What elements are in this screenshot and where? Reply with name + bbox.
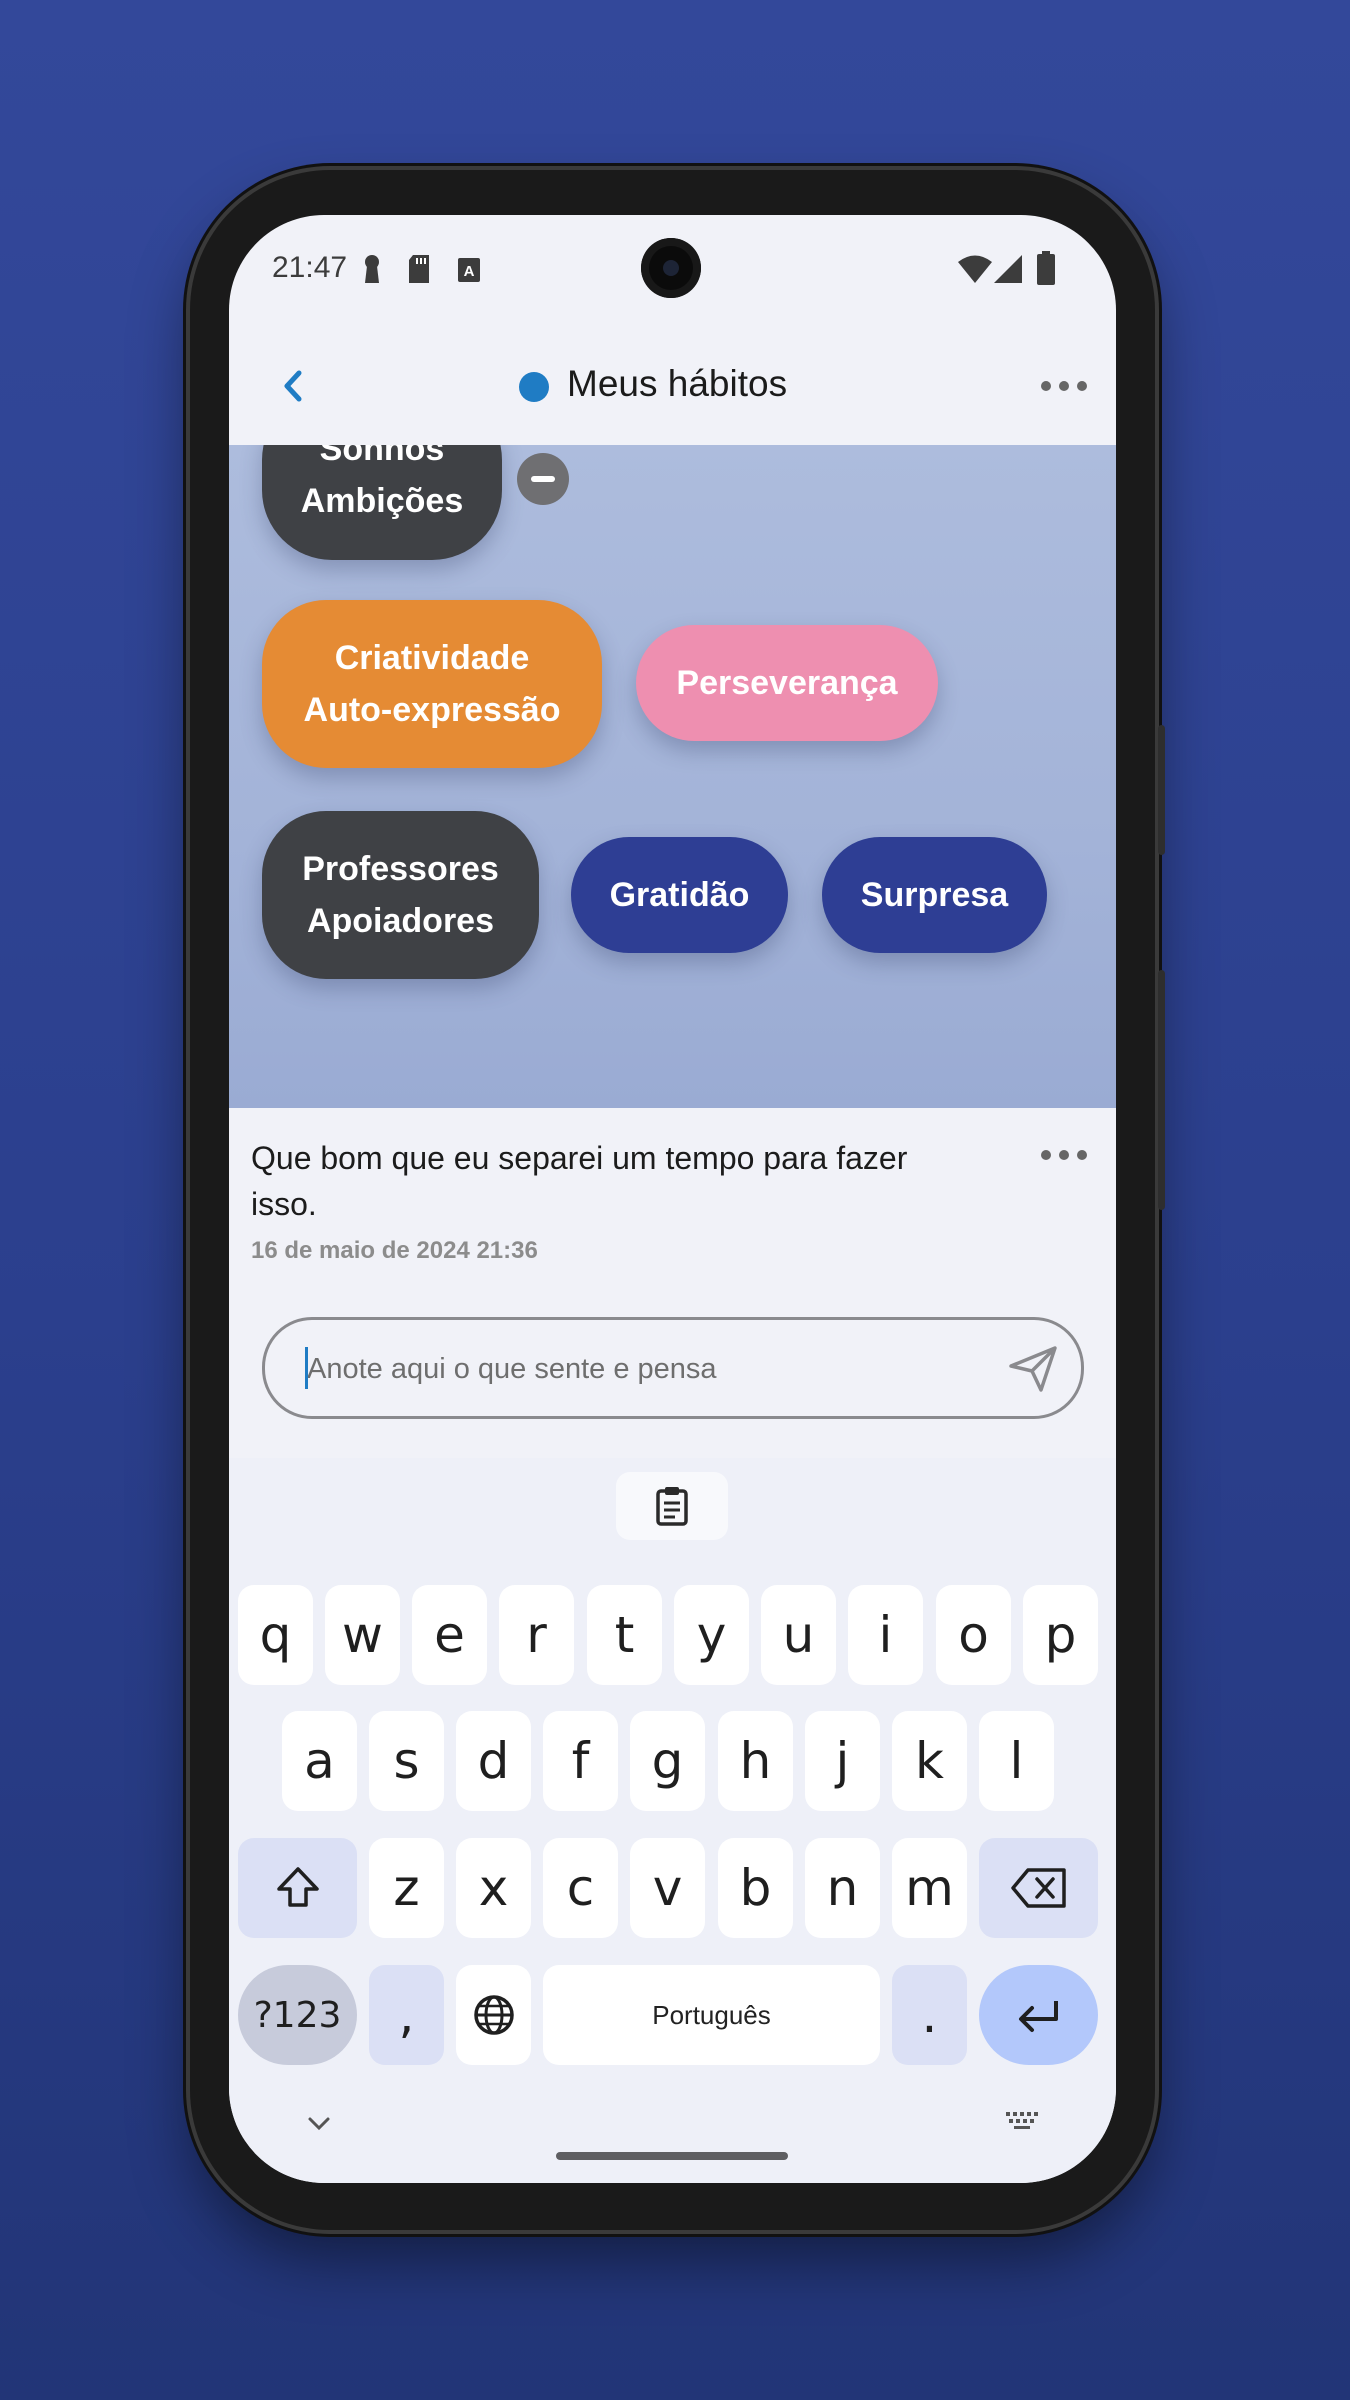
page-title: Meus hábitos <box>567 363 788 404</box>
power-button <box>1158 725 1165 855</box>
bubble-gratidao[interactable]: Gratidão <box>571 837 788 953</box>
shift-key[interactable] <box>238 1838 357 1938</box>
key-n[interactable]: n <box>805 1838 880 1938</box>
hide-keyboard-chevron-icon[interactable] <box>304 2113 334 2133</box>
keyboard-a-icon: A <box>458 258 480 282</box>
status-time: 21:47 <box>272 251 348 284</box>
language-key[interactable] <box>456 1965 531 2065</box>
back-arrow-icon[interactable] <box>269 361 319 411</box>
soft-keyboard: q w e r t y u i o p a s d f g h j k l z … <box>229 1458 1116 2183</box>
key-z[interactable]: z <box>369 1838 444 1938</box>
text-caret <box>305 1347 308 1389</box>
app-header: Meus hábitos <box>229 325 1116 445</box>
globe-icon <box>473 1995 514 2035</box>
key-a[interactable]: a <box>282 1711 357 1811</box>
key-b[interactable]: b <box>718 1838 793 1938</box>
bubble-surpresa[interactable]: Surpresa <box>822 837 1047 953</box>
key-i[interactable]: i <box>848 1585 923 1685</box>
key-h[interactable]: h <box>718 1711 793 1811</box>
symbols-key[interactable]: ?123 <box>238 1965 357 2065</box>
more-options-icon[interactable] <box>1034 361 1094 411</box>
note-timestamp: 16 de maio de 2024 21:36 <box>251 1237 538 1264</box>
backspace-icon <box>1010 1868 1066 1908</box>
key-e[interactable]: e <box>412 1585 487 1685</box>
key-p[interactable]: p <box>1023 1585 1098 1685</box>
home-indicator[interactable] <box>556 2152 788 2160</box>
note-more-options-icon[interactable] <box>1034 1135 1094 1175</box>
backspace-key[interactable] <box>979 1838 1098 1938</box>
bubble-professores[interactable]: Professores Apoiadores <box>262 811 539 979</box>
wifi-icon <box>958 255 992 283</box>
shift-icon <box>276 1867 319 1907</box>
front-camera <box>641 238 701 298</box>
send-icon[interactable] <box>1005 1340 1061 1396</box>
enter-icon <box>1018 2001 1058 2032</box>
svg-text:A: A <box>464 263 475 280</box>
keyboard-switch-icon[interactable] <box>1004 2110 1044 2134</box>
space-key[interactable]: Português <box>543 1965 880 2065</box>
key-y[interactable]: y <box>674 1585 749 1685</box>
key-w[interactable]: w <box>325 1585 400 1685</box>
enter-key[interactable] <box>979 1965 1098 2065</box>
note-input[interactable] <box>305 1340 989 1398</box>
period-key[interactable]: . <box>892 1965 967 2065</box>
key-k[interactable]: k <box>892 1711 967 1811</box>
screen: 21:47 A Meus hábitos Sonhos Ambições Cri… <box>229 215 1116 2183</box>
key-x[interactable]: x <box>456 1838 531 1938</box>
battery-icon <box>1037 251 1055 285</box>
remove-bubble-icon[interactable] <box>517 453 569 505</box>
key-f[interactable]: f <box>543 1711 618 1811</box>
comma-key[interactable]: , <box>369 1965 444 2065</box>
sd-card-icon <box>409 255 429 283</box>
key-t[interactable]: t <box>587 1585 662 1685</box>
note-text: Que bom que eu separei um tempo para faz… <box>251 1140 908 1222</box>
key-c[interactable]: c <box>543 1838 618 1938</box>
volume-button <box>1158 970 1165 1210</box>
note-input-container <box>262 1317 1084 1419</box>
key-g[interactable]: g <box>630 1711 705 1811</box>
key-m[interactable]: m <box>892 1838 967 1938</box>
key-s[interactable]: s <box>369 1711 444 1811</box>
key-d[interactable]: d <box>456 1711 531 1811</box>
title-color-dot <box>519 372 549 402</box>
bubble-sonhos-ambicoes[interactable]: Sonhos Ambições <box>262 445 502 560</box>
habit-bubble-area: Sonhos Ambições Criatividade Auto-expres… <box>229 445 1116 1108</box>
key-v[interactable]: v <box>630 1838 705 1938</box>
status-bar: 21:47 A <box>229 215 1116 325</box>
key-r[interactable]: r <box>499 1585 574 1685</box>
keyhole-icon <box>365 255 379 283</box>
clipboard-icon <box>656 1487 688 1526</box>
signal-icon <box>994 255 1022 283</box>
bubble-criatividade[interactable]: Criatividade Auto-expressão <box>262 600 602 768</box>
key-o[interactable]: o <box>936 1585 1011 1685</box>
key-q[interactable]: q <box>238 1585 313 1685</box>
clipboard-button[interactable] <box>616 1472 728 1540</box>
key-j[interactable]: j <box>805 1711 880 1811</box>
key-u[interactable]: u <box>761 1585 836 1685</box>
key-l[interactable]: l <box>979 1711 1054 1811</box>
bubble-perseveranca[interactable]: Perseverança <box>636 625 938 741</box>
